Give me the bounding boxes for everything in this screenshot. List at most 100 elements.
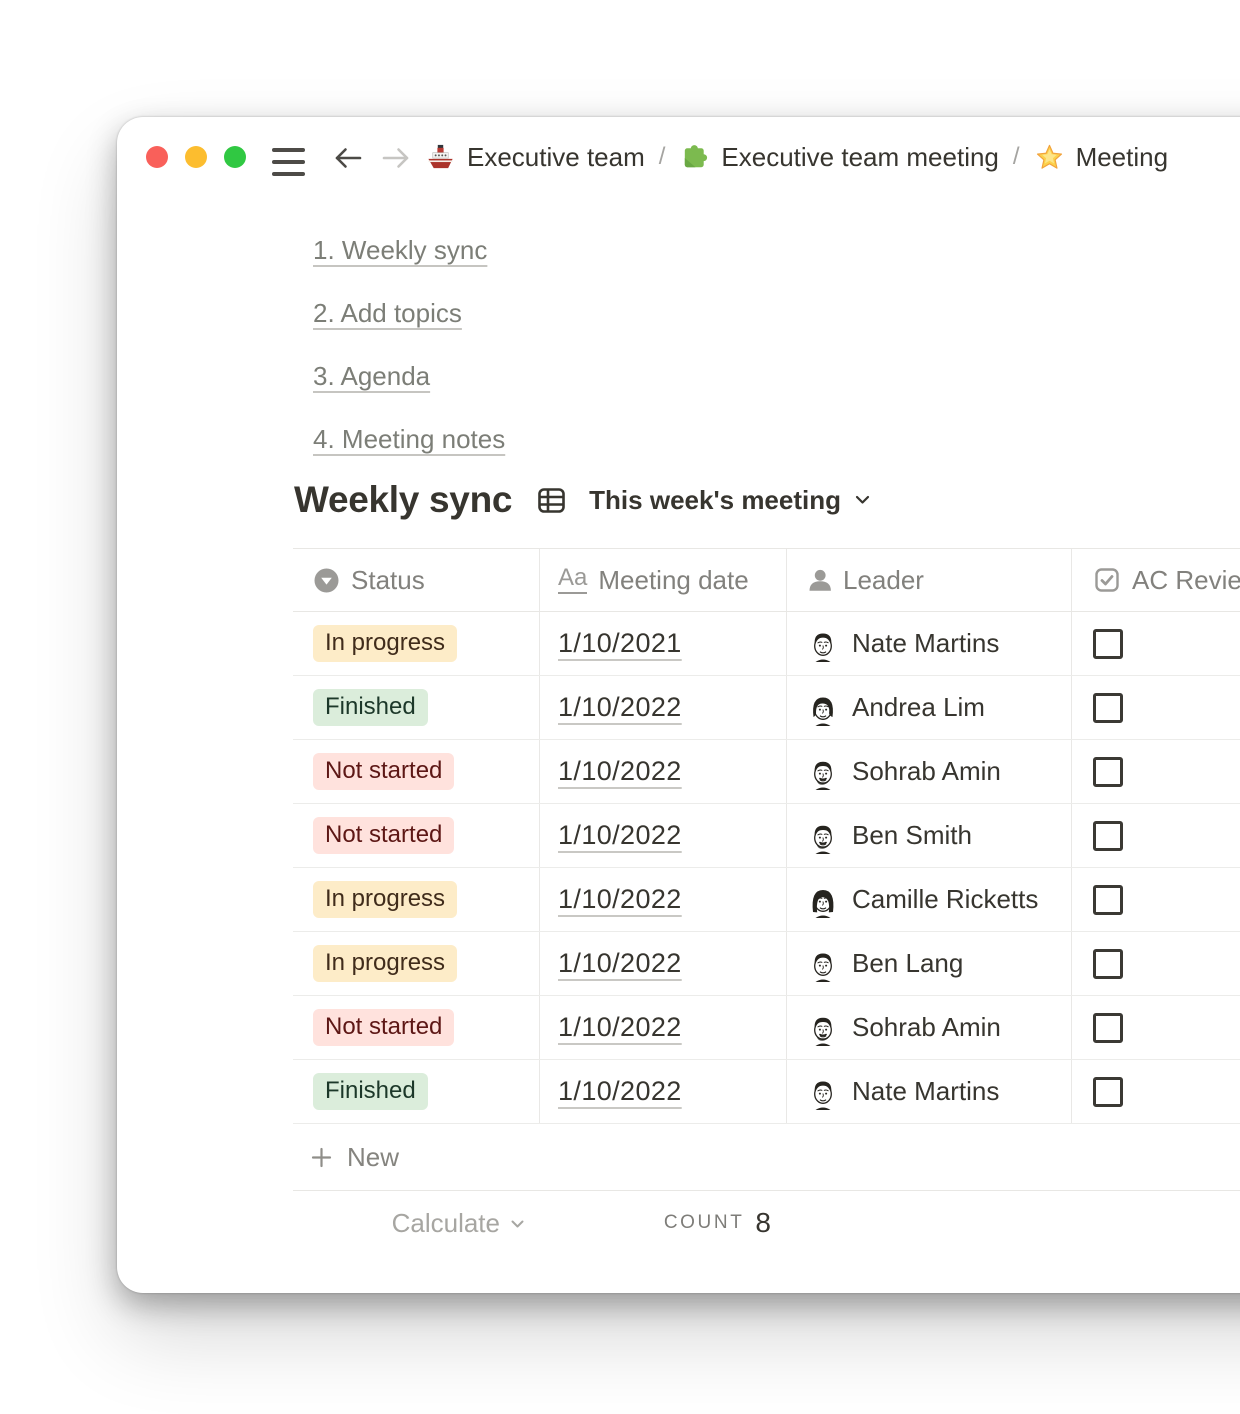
plus-icon	[309, 1145, 334, 1170]
forward-arrow-icon[interactable]	[379, 141, 413, 175]
status-badge: Not started	[313, 1009, 454, 1046]
footer-spacer	[787, 1191, 1240, 1255]
status-cell[interactable]: In progress	[293, 612, 540, 675]
column-header-meeting-date[interactable]: AaMeeting date	[540, 549, 787, 611]
status-badge: In progress	[313, 881, 457, 918]
column-header-label: AC Review	[1132, 565, 1240, 596]
meeting-date-link[interactable]: 1/10/2022	[558, 1012, 682, 1043]
status-cell[interactable]: Not started	[293, 804, 540, 867]
meeting-date-cell[interactable]: 1/10/2022	[540, 868, 787, 931]
meeting-date-link[interactable]: 1/10/2022	[558, 1076, 682, 1107]
table-of-contents: 1. Weekly sync 2. Add topics 3. Agenda 4. M…	[313, 235, 505, 487]
status-cell[interactable]: Not started	[293, 740, 540, 803]
meeting-date-link[interactable]: 1/10/2022	[558, 884, 682, 915]
view-tab[interactable]: This week's meeting	[537, 485, 872, 516]
star-emoji	[1034, 142, 1065, 173]
column-header-ac-review[interactable]: AC Review	[1072, 549, 1240, 611]
breadcrumb-label: Meeting	[1076, 142, 1169, 173]
ac-review-checkbox[interactable]	[1093, 1077, 1123, 1107]
leader-cell[interactable]: Andrea Lim	[787, 676, 1072, 739]
status-badge: Finished	[313, 1073, 428, 1110]
meeting-date-link[interactable]: 1/10/2022	[558, 820, 682, 851]
ac-review-cell	[1072, 996, 1240, 1059]
ac-review-cell	[1072, 612, 1240, 675]
ac-review-checkbox[interactable]	[1093, 949, 1123, 979]
ac-review-checkbox[interactable]	[1093, 885, 1123, 915]
leader-cell[interactable]: Sohrab Amin	[787, 996, 1072, 1059]
beard-avatar	[805, 754, 841, 790]
ac-review-cell	[1072, 676, 1240, 739]
beard-avatar	[805, 818, 841, 854]
table-row: Not started 1/10/2022 Sohrab Amin	[293, 740, 1240, 804]
table-header-row: StatusAaMeeting dateLeader AC Review	[293, 548, 1240, 612]
ac-review-checkbox[interactable]	[1093, 693, 1123, 723]
app-window: Executive team / Executive team meeting / Me…	[117, 117, 1240, 1293]
leader-cell[interactable]: Ben Lang	[787, 932, 1072, 995]
column-header-leader[interactable]: Leader	[787, 549, 1072, 611]
leader-name: Sohrab Amin	[852, 756, 1001, 787]
sidebar-menu-icon[interactable]	[272, 148, 305, 176]
breadcrumb-separator: /	[659, 143, 666, 171]
back-arrow-icon[interactable]	[331, 141, 365, 175]
minimize-traffic-light-button[interactable]	[185, 146, 207, 168]
leader-cell[interactable]: Ben Smith	[787, 804, 1072, 867]
breadcrumb: Executive team / Executive team meeting / Me…	[425, 137, 1240, 177]
table-row: Finished 1/10/2022 Andrea Lim	[293, 676, 1240, 740]
status-cell[interactable]: Finished	[293, 1060, 540, 1123]
meeting-date-cell[interactable]: 1/10/2022	[540, 676, 787, 739]
status-cell[interactable]: In progress	[293, 868, 540, 931]
meeting-date-link[interactable]: 1/10/2022	[558, 692, 682, 723]
close-traffic-light-button[interactable]	[146, 146, 168, 168]
ac-review-cell	[1072, 932, 1240, 995]
status-cell[interactable]: In progress	[293, 932, 540, 995]
leader-cell[interactable]: Sohrab Amin	[787, 740, 1072, 803]
leader-cell[interactable]: Nate Martins	[787, 612, 1072, 675]
status-badge: In progress	[313, 945, 457, 982]
toc-link[interactable]: 2. Add topics	[313, 298, 462, 329]
database-title: Weekly sync	[294, 479, 512, 521]
meeting-date-cell[interactable]: 1/10/2022	[540, 740, 787, 803]
status-cell[interactable]: Not started	[293, 996, 540, 1059]
man-avatar	[805, 946, 841, 982]
ac-review-checkbox[interactable]	[1093, 629, 1123, 659]
calculate-label: Calculate	[392, 1208, 500, 1239]
meeting-date-cell[interactable]: 1/10/2022	[540, 1060, 787, 1123]
toc-link[interactable]: 1. Weekly sync	[313, 235, 487, 266]
meeting-date-cell[interactable]: 1/10/2022	[540, 932, 787, 995]
meeting-date-link[interactable]: 1/10/2022	[558, 756, 682, 787]
toc-link[interactable]: 4. Meeting notes	[313, 424, 505, 455]
status-badge: In progress	[313, 625, 457, 662]
leader-cell[interactable]: Nate Martins	[787, 1060, 1072, 1123]
breadcrumb-item[interactable]: Meeting	[1034, 142, 1169, 173]
column-header-status[interactable]: Status	[293, 549, 540, 611]
meeting-date-link[interactable]: 1/10/2021	[558, 628, 682, 659]
checkbox-property-icon	[1093, 566, 1121, 594]
breadcrumb-item[interactable]: Executive team	[425, 142, 645, 173]
chevron-down-icon	[853, 485, 872, 516]
count-aggregate[interactable]: COUNT8	[540, 1191, 787, 1255]
toc-link[interactable]: 3. Agenda	[313, 361, 430, 392]
table-row: Not started 1/10/2022 Ben Smith	[293, 804, 1240, 868]
ac-review-checkbox[interactable]	[1093, 757, 1123, 787]
meeting-date-link[interactable]: 1/10/2022	[558, 948, 682, 979]
leader-cell[interactable]: Camille Ricketts	[787, 868, 1072, 931]
text-property-icon: Aa	[558, 566, 587, 594]
new-row-button[interactable]: New	[293, 1124, 1240, 1191]
ac-review-cell	[1072, 740, 1240, 803]
ac-review-cell	[1072, 1060, 1240, 1123]
leader-name: Andrea Lim	[852, 692, 985, 723]
ac-review-checkbox[interactable]	[1093, 821, 1123, 851]
meeting-date-cell[interactable]: 1/10/2022	[540, 996, 787, 1059]
meeting-date-cell[interactable]: 1/10/2022	[540, 804, 787, 867]
man-avatar	[805, 626, 841, 662]
status-cell[interactable]: Finished	[293, 676, 540, 739]
breadcrumb-separator: /	[1013, 143, 1020, 171]
leader-name: Nate Martins	[852, 628, 999, 659]
ac-review-checkbox[interactable]	[1093, 1013, 1123, 1043]
zoom-traffic-light-button[interactable]	[224, 146, 246, 168]
calculate-button[interactable]: Calculate	[293, 1191, 540, 1255]
meeting-date-cell[interactable]: 1/10/2021	[540, 612, 787, 675]
beard-avatar	[805, 1010, 841, 1046]
breadcrumb-item[interactable]: Executive team meeting	[679, 142, 998, 173]
table-row: Not started 1/10/2022 Sohrab Amin	[293, 996, 1240, 1060]
